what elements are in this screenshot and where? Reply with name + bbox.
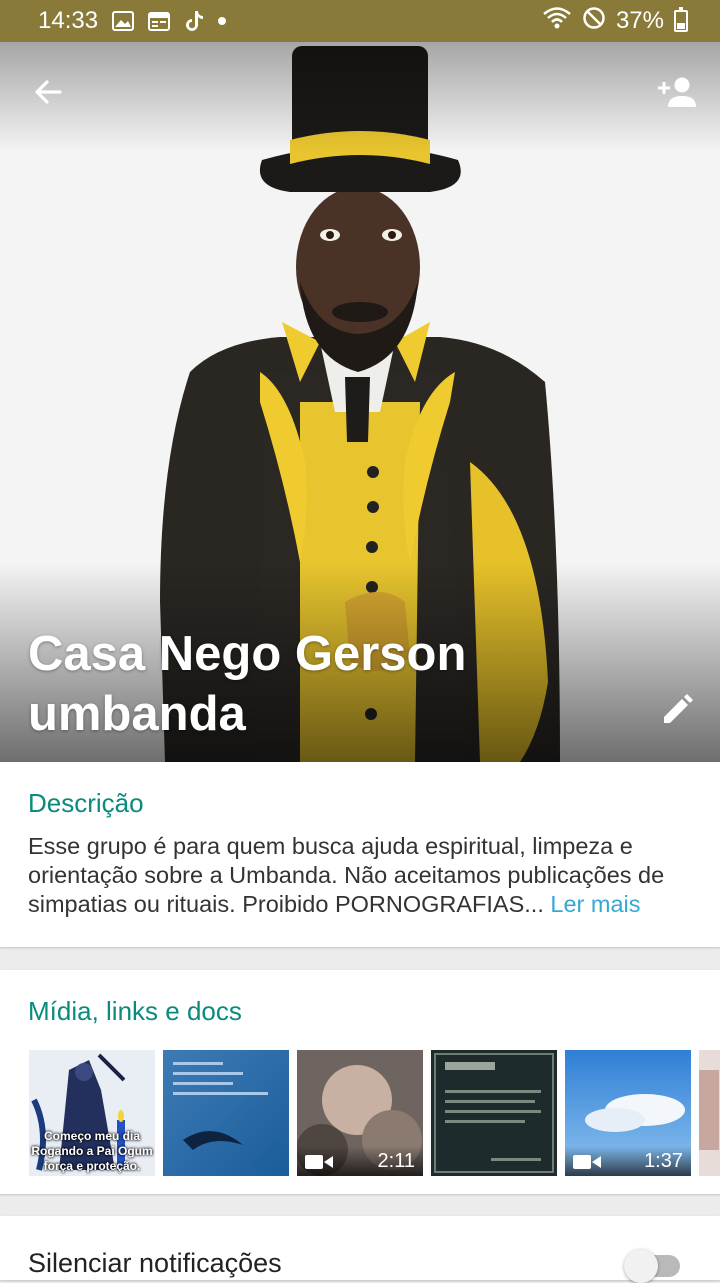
toggle-knob [624,1249,658,1283]
description-card[interactable]: Descrição Esse grupo é para quem busca a… [0,762,720,947]
video-info-bar: 1:37 [565,1146,691,1176]
blue-text-image [163,1050,289,1176]
video-duration: 1:37 [644,1149,683,1172]
group-photo-header[interactable]: Casa Nego Gerson umbanda [0,42,720,762]
media-thumbnail[interactable] [163,1050,289,1176]
mute-notifications-label: Silenciar notificações [28,1248,282,1278]
video-info-bar: 2:11 [297,1146,423,1176]
image-icon [112,11,135,31]
group-title: Casa Nego Gerson umbanda [28,627,467,741]
media-thumbnail-strip[interactable]: Começo meu dia Rogando a Pai Ogum força … [29,1050,720,1176]
media-heading: Mídia, links e docs [28,996,242,1026]
pencil-icon [660,693,694,732]
bom-dia-image [431,1050,557,1176]
description-text: Esse grupo é para quem busca ajuda espir… [28,832,708,919]
add-participant-button[interactable] [652,70,700,118]
mute-notifications-row[interactable]: Silenciar notificações [0,1216,720,1283]
media-thumbnail-partial[interactable] [699,1050,720,1176]
calendar-icon [148,11,171,31]
partial-image [699,1050,720,1176]
dot-icon [218,17,227,25]
arrow-left-icon [32,76,64,113]
person-add-icon [655,75,697,114]
wifi-icon [542,6,572,37]
media-links-docs-card[interactable]: Mídia, links e docs Começo meu dia Rogan… [0,970,720,1194]
battery-percent: 37% [615,7,664,34]
media-thumbnail[interactable] [431,1050,557,1176]
thumbnail-caption: Começo meu dia Rogando a Pai Ogum força … [31,1129,153,1173]
do-not-disturb-icon [582,6,606,37]
header-top-shade [0,42,720,152]
description-heading: Descrição [28,788,144,818]
status-time: 14:33 [38,7,99,34]
back-button[interactable] [26,72,70,116]
tiktok-icon [184,10,204,32]
mute-notifications-toggle[interactable] [624,1249,680,1283]
edit-group-name-button[interactable] [655,690,699,734]
read-more-link[interactable]: Ler mais [550,891,640,917]
video-duration: 2:11 [377,1149,415,1172]
video-camera-icon [573,1153,601,1169]
video-camera-icon [305,1153,333,1169]
status-bar: 14:33 37% [0,0,720,42]
media-thumbnail-video[interactable]: 1:37 [565,1050,691,1176]
media-thumbnail[interactable]: Começo meu dia Rogando a Pai Ogum força … [29,1050,155,1176]
battery-icon [674,7,688,32]
media-thumbnail-video[interactable]: 2:11 [297,1050,423,1176]
